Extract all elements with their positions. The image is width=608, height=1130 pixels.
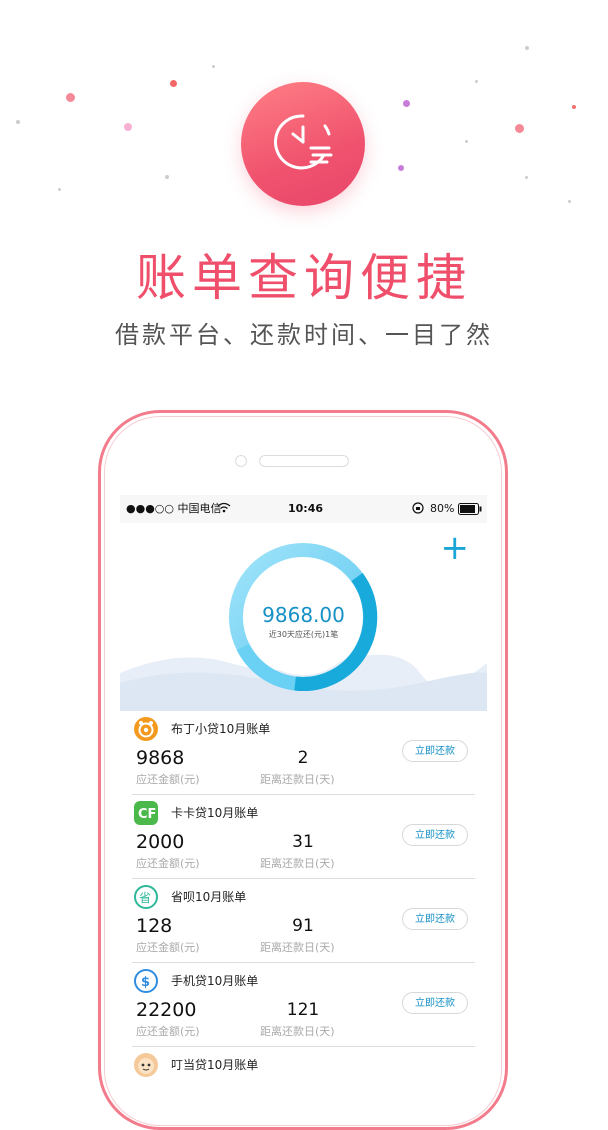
bill-amount: 22200 [136, 999, 197, 1021]
confetti-dot [58, 188, 61, 191]
bill-amount-label: 应还金额(元) [136, 857, 200, 870]
carrier-label: ●●●○○ 中国电信 [126, 502, 222, 515]
budin-logo-icon [134, 717, 158, 741]
add-button[interactable]: + [441, 531, 470, 565]
bill-title: 卡卡贷10月账单 [171, 806, 259, 820]
bill-days: 121 [286, 1000, 320, 1020]
bill-days: 31 [292, 832, 314, 852]
confetti-dot [465, 140, 468, 143]
status-bar: ●●●○○ 中国电信 10:46 80% [120, 495, 487, 523]
status-time: 10:46 [288, 502, 324, 515]
confetti-dot [66, 93, 75, 102]
bill-item[interactable]: $ 手机贷10月账单 22200 应还金额(元) 121 距离还款日(天) 立即… [120, 963, 487, 1047]
bill-days-label: 距离还款日(天) [260, 857, 335, 870]
battery-percent: 80% [430, 502, 455, 515]
headline: 账单查询便捷 [136, 249, 472, 307]
battery-icon [458, 503, 482, 519]
clock-list-icon [241, 82, 365, 206]
confetti-dot [398, 165, 404, 171]
confetti-dot [525, 46, 529, 50]
repay-now-button[interactable]: 立即还款 [402, 740, 468, 762]
wifi-icon [217, 502, 231, 517]
svg-text:CF: CF [138, 807, 156, 822]
confetti-dot [403, 100, 410, 107]
bill-title: 叮当贷10月账单 [171, 1058, 259, 1072]
confetti-dot [16, 120, 20, 124]
bill-days: 91 [292, 916, 314, 936]
repay-now-button[interactable]: 立即还款 [402, 992, 468, 1014]
total-due-amount: 9868.00 [262, 603, 345, 627]
dingdang-logo-icon [134, 1053, 158, 1077]
bill-title: 省呗10月账单 [171, 890, 247, 904]
confetti-dot [170, 80, 177, 87]
bill-item[interactable]: 省 省呗10月账单 128 应还金额(元) 91 距离还款日(天) 立即还款 [120, 879, 487, 963]
confetti-dot [572, 105, 576, 109]
bill-title: 手机贷10月账单 [171, 974, 259, 988]
confetti-dot [475, 80, 478, 83]
subheadline: 借款平台、还款时间、一目了然 [115, 321, 493, 349]
shoujidai-logo-icon: $ [134, 969, 158, 993]
confetti-dot [515, 124, 524, 133]
shengbei-logo-icon: 省 [134, 885, 158, 909]
confetti-dot [212, 65, 215, 68]
svg-text:省: 省 [139, 891, 151, 905]
phone-speaker [259, 455, 349, 467]
summary-banner: + 9868.00 近30天应还(元)1笔 [120, 523, 487, 711]
bill-days-label: 距离还款日(天) [260, 1025, 335, 1038]
bill-amount-label: 应还金额(元) [136, 1025, 200, 1038]
repay-now-button[interactable]: 立即还款 [402, 908, 468, 930]
bill-amount: 9868 [136, 747, 185, 769]
repay-now-button[interactable]: 立即还款 [402, 824, 468, 846]
phone-screen: ●●●○○ 中国电信 10:46 80% + 9868.00 近30天应还(元)… [120, 495, 487, 1080]
bill-amount-label: 应还金额(元) [136, 941, 200, 954]
confetti-dot [165, 175, 169, 179]
bill-item[interactable]: 叮当贷10月账单 [120, 1047, 487, 1080]
bill-amount: 128 [136, 915, 173, 937]
bill-days: 2 [297, 748, 309, 768]
confetti-dot [124, 123, 132, 131]
kaka-logo-icon: CF [134, 801, 158, 825]
lock-rotation-icon [412, 502, 424, 518]
bill-days-label: 距离还款日(天) [260, 941, 335, 954]
confetti-dot [568, 200, 571, 203]
bill-days-label: 距离还款日(天) [260, 773, 335, 786]
svg-text:$: $ [141, 975, 150, 990]
phone-camera [235, 455, 247, 467]
confetti-dot [525, 176, 528, 179]
total-due-caption: 近30天应还(元)1笔 [268, 630, 339, 639]
bill-item[interactable]: 布丁小贷10月账单 9868 应还金额(元) 2 距离还款日(天) 立即还款 [120, 711, 487, 795]
bill-title: 布丁小贷10月账单 [171, 722, 271, 736]
bill-amount: 2000 [136, 831, 185, 853]
bill-item[interactable]: CF 卡卡贷10月账单 2000 应还金额(元) 31 距离还款日(天) 立即还… [120, 795, 487, 879]
bill-amount-label: 应还金额(元) [136, 773, 200, 786]
